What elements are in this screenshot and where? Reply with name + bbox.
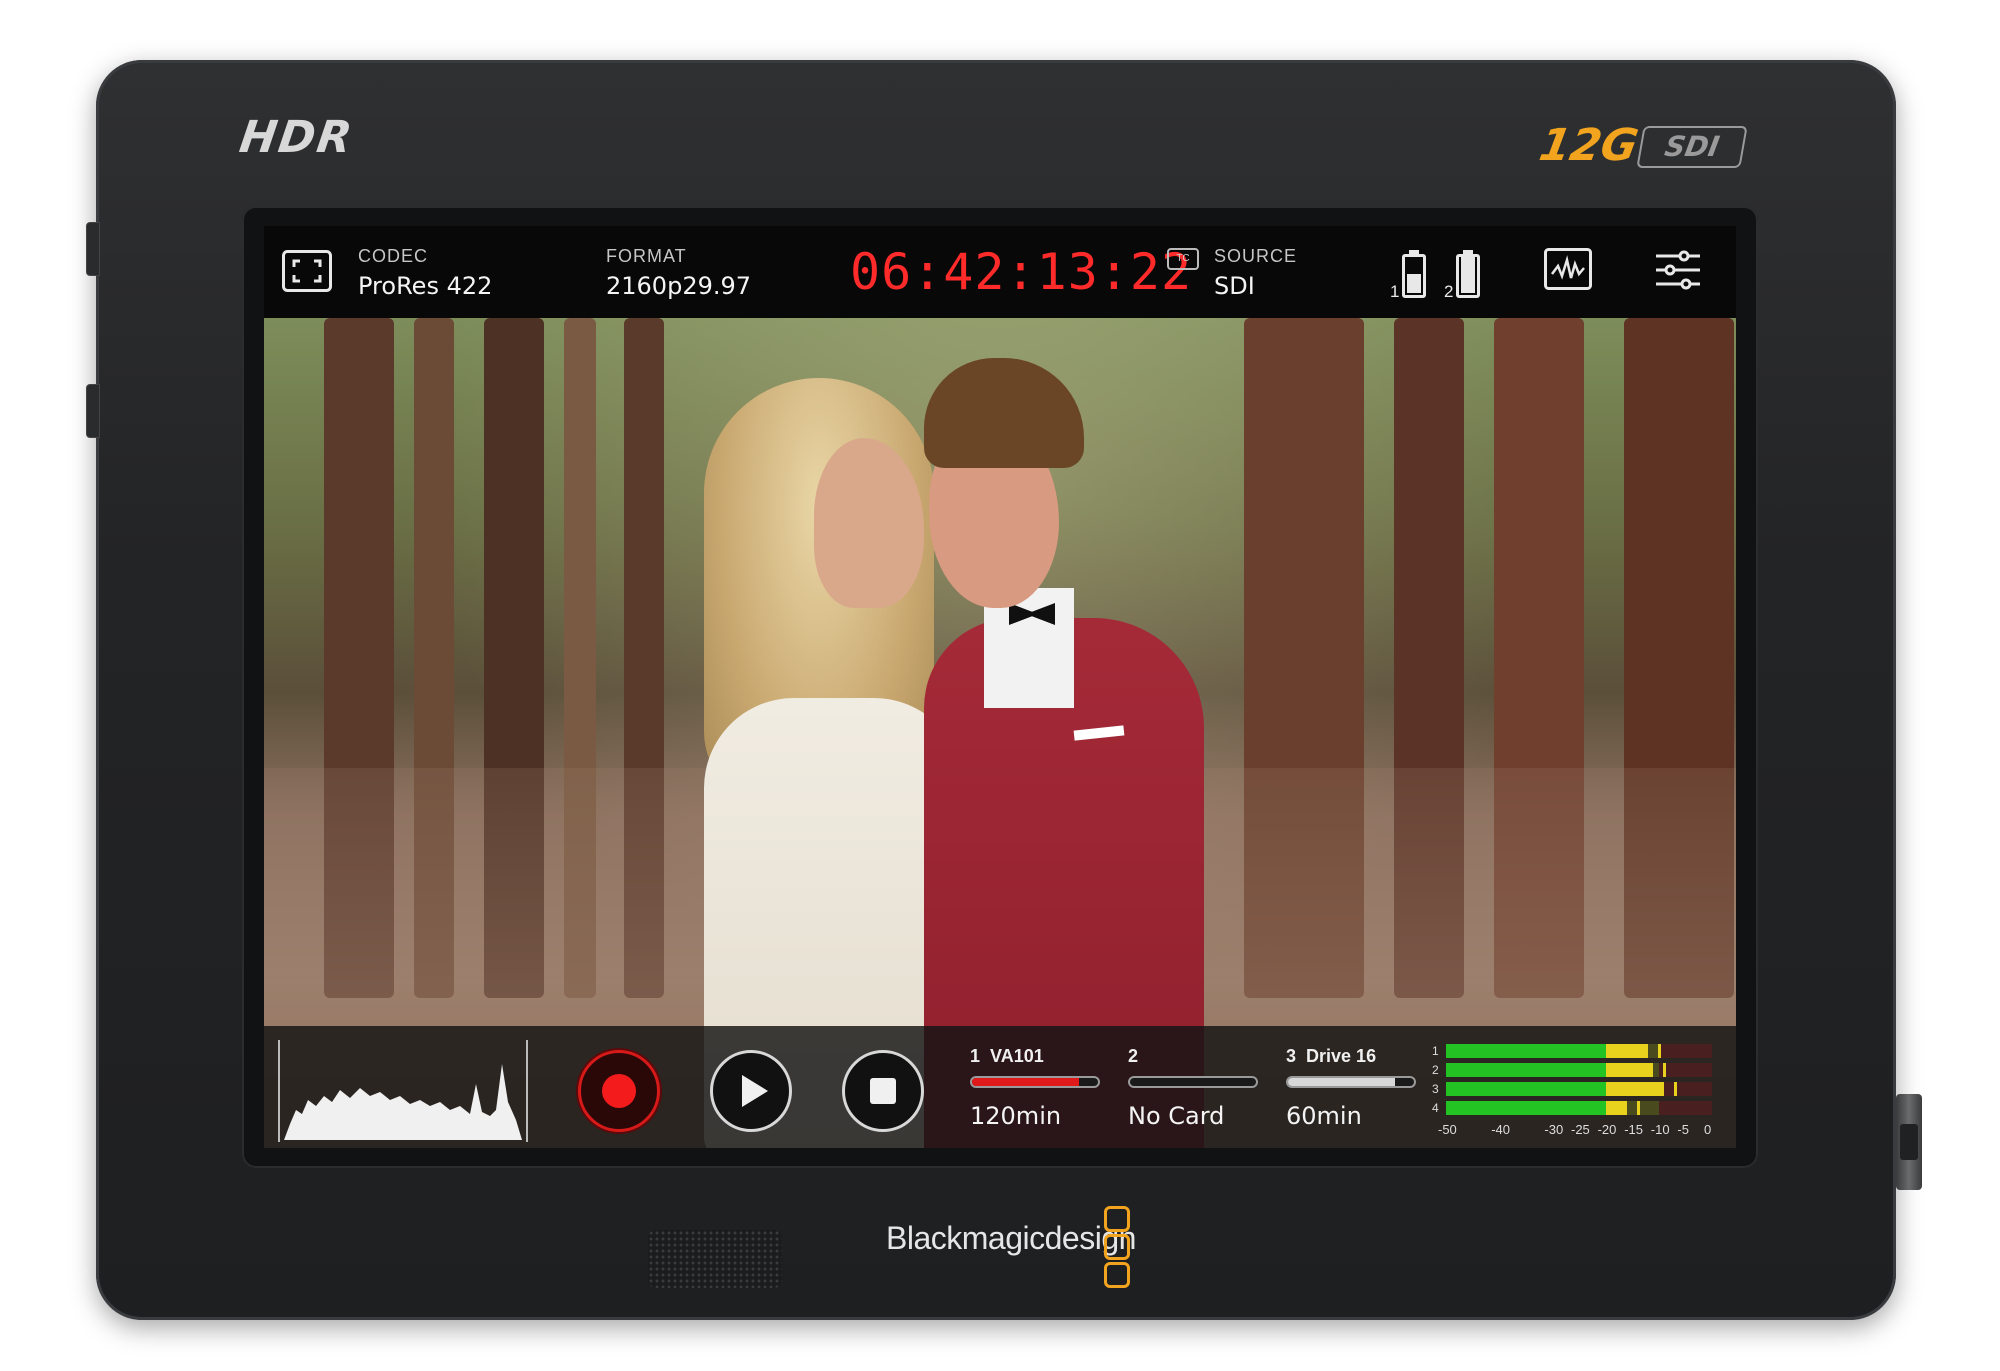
slot-3-remaining: 60min — [1286, 1102, 1362, 1130]
media-slot-1[interactable]: 1 VA101 120min — [970, 1046, 1100, 1130]
slot-2-title: 2 — [1128, 1046, 1139, 1066]
battery-icon[interactable] — [1456, 250, 1480, 298]
meter-level — [1446, 1044, 1606, 1058]
waveform-scope-icon[interactable] — [1544, 248, 1592, 290]
meter-scale-tick: -10 — [1650, 1122, 1670, 1137]
meter-scale-tick: 0 — [1704, 1122, 1712, 1137]
meter-peak — [1636, 1101, 1640, 1115]
brand-logo-mark — [1104, 1206, 1130, 1290]
slot-2-capacity-bar — [1128, 1076, 1258, 1088]
meter-peak — [1663, 1063, 1667, 1077]
transport-bar: 1 VA101 120min 2 No Card 3 Drive 16 60mi… — [264, 1026, 1736, 1148]
meter-channel-label: 2 — [1432, 1063, 1439, 1077]
meter-level-warn — [1605, 1044, 1649, 1058]
brand-name: Blackmagicdesign — [886, 1220, 1136, 1256]
meter-scale-tick: -30 — [1544, 1122, 1564, 1137]
meter-zone — [1658, 1044, 1712, 1058]
hdr-logo: HDR — [236, 112, 357, 163]
codec-value[interactable]: ProRes 422 — [358, 272, 492, 300]
meter-level — [1446, 1082, 1606, 1096]
format-label: FORMAT — [606, 246, 687, 266]
codec-label: CODEC — [358, 246, 429, 266]
audio-meter-channel — [1446, 1063, 1712, 1077]
stop-button[interactable] — [842, 1050, 924, 1132]
meter-level-warn — [1605, 1082, 1665, 1096]
slot-1-remaining: 120min — [970, 1102, 1062, 1130]
sdi-logo: SDI — [1636, 126, 1748, 168]
meter-peak — [1674, 1082, 1678, 1096]
side-button-lower[interactable] — [86, 384, 100, 438]
touchscreen: CODEC ProRes 422 FORMAT 2160p29.97 06:42… — [264, 226, 1736, 1148]
meter-channel-label: 3 — [1432, 1082, 1439, 1096]
video-preview[interactable] — [264, 318, 1736, 1148]
source-value[interactable]: SDI — [1214, 272, 1255, 300]
audio-meter-channel — [1446, 1044, 1712, 1058]
meter-scale-tick: -25 — [1571, 1122, 1590, 1137]
format-value[interactable]: 2160p29.97 — [606, 272, 751, 300]
meter-zone — [1658, 1101, 1712, 1115]
timecode-display[interactable]: 06:42:13:22 — [850, 243, 1192, 301]
slot-3-capacity-bar — [1286, 1076, 1416, 1088]
record-button[interactable] — [578, 1050, 660, 1132]
source-label: SOURCE — [1214, 246, 1298, 266]
slot-1-capacity-bar — [970, 1076, 1100, 1088]
side-button-upper[interactable] — [86, 222, 100, 276]
meter-scale-tick: -5 — [1677, 1122, 1689, 1137]
fullscreen-icon[interactable] — [282, 250, 332, 292]
meter-level-warn — [1605, 1101, 1627, 1115]
meter-zone — [1658, 1063, 1712, 1077]
battery-2-label: 2 — [1444, 282, 1454, 301]
status-bar: CODEC ProRes 422 FORMAT 2160p29.97 06:42… — [264, 226, 1736, 318]
media-slot-3[interactable]: 3 Drive 16 60min — [1286, 1046, 1416, 1130]
meter-scale-tick: -20 — [1597, 1122, 1617, 1137]
timecode-badge: TC — [1167, 248, 1199, 270]
slot-1-title: 1 VA101 — [970, 1046, 1044, 1066]
audio-meters[interactable]: 1234 -50 -40 -30 -25 -20 -15 -10 -5 0 — [1432, 1044, 1724, 1140]
meter-channel-label: 1 — [1432, 1044, 1439, 1058]
media-slot-2[interactable]: 2 No Card — [1128, 1046, 1258, 1130]
slot-3-title: 3 Drive 16 — [1286, 1046, 1377, 1066]
sdi-connector — [1896, 1094, 1922, 1190]
meter-peak — [1658, 1044, 1662, 1058]
slot-2-remaining: No Card — [1128, 1102, 1225, 1130]
settings-sliders-icon[interactable] — [1654, 246, 1702, 294]
audio-meter-scale: -50 -40 -30 -25 -20 -15 -10 -5 0 — [1438, 1122, 1726, 1138]
man-hair — [924, 358, 1084, 468]
audio-meter-channel — [1446, 1101, 1712, 1115]
speaker-grille — [648, 1230, 782, 1288]
meter-zone — [1658, 1082, 1712, 1096]
12g-logo: 12G — [1535, 120, 1642, 171]
meter-scale-tick: -40 — [1491, 1122, 1510, 1137]
histogram[interactable] — [278, 1040, 528, 1142]
battery-1-label: 1 — [1390, 282, 1400, 301]
meter-scale-tick: -15 — [1624, 1122, 1643, 1137]
meter-scale-tick: -50 — [1438, 1122, 1457, 1137]
meter-level — [1446, 1063, 1606, 1077]
battery-icon[interactable] — [1402, 250, 1426, 298]
play-button[interactable] — [710, 1050, 792, 1132]
meter-level-warn — [1605, 1063, 1654, 1077]
meter-level — [1446, 1101, 1606, 1115]
meter-channel-label: 4 — [1432, 1101, 1439, 1115]
audio-meter-channel — [1446, 1082, 1712, 1096]
